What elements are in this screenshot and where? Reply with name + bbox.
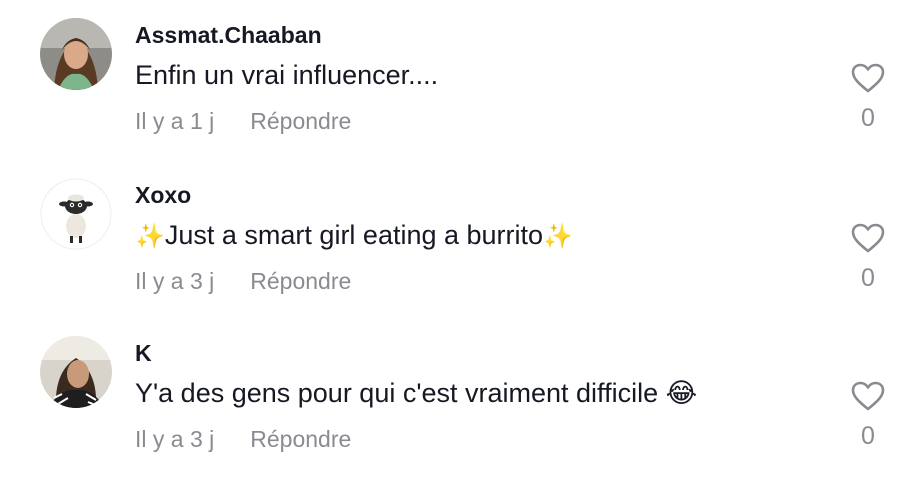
comment-meta: Il y a 3 j Répondre [135,268,351,295]
comment-text-body: Just a smart girl eating a burrito [164,220,544,250]
comment-timestamp: Il y a 3 j [135,426,215,452]
avatar[interactable] [40,178,112,250]
comment-timestamp: Il y a 1 j [135,108,215,134]
woman-selfie-avatar-icon [40,336,112,408]
reply-button[interactable]: Répondre [250,108,351,134]
comment-item: K Y'a des gens pour qui c'est vraiment d… [0,336,918,486]
sheep-cartoon-avatar-icon [40,178,112,250]
comment-text-body: Y'a des gens pour qui c'est vraiment dif… [135,378,659,408]
comment-meta: Il y a 1 j Répondre [135,108,351,135]
like-count: 0 [861,264,875,292]
reply-button[interactable]: Répondre [250,426,351,452]
comment-username[interactable]: Assmat.Chaaban [135,22,322,49]
comment-item: Xoxo ✨Just a smart girl eating a burrito… [0,178,918,328]
woman-portrait-avatar-icon [40,18,112,90]
avatar[interactable] [40,336,112,408]
heart-icon[interactable] [850,62,886,94]
like-control[interactable]: 0 [848,380,888,451]
like-count: 0 [861,104,875,132]
avatar[interactable] [40,18,112,90]
comment-timestamp: Il y a 3 j [135,268,215,294]
like-control[interactable]: 0 [848,222,888,293]
comment-text: Y'a des gens pour qui c'est vraiment dif… [135,378,697,409]
comment-username[interactable]: K [135,340,152,367]
comment-meta: Il y a 3 j Répondre [135,426,351,453]
heart-icon[interactable] [850,380,886,412]
laughing-emoji: 😂 [665,378,698,408]
heart-icon[interactable] [850,222,886,254]
sparkles-emoji: ✨ [543,223,573,250]
like-control[interactable]: 0 [848,62,888,133]
comment-text: Enfin un vrai influencer.... [135,60,439,90]
comment-item: Assmat.Chaaban Enfin un vrai influencer.… [0,18,918,168]
comment-username[interactable]: Xoxo [135,182,191,209]
sparkles-emoji: ✨ [135,223,165,250]
like-count: 0 [861,422,875,450]
reply-button[interactable]: Répondre [250,268,351,294]
comment-text: ✨Just a smart girl eating a burrito✨ [135,220,573,251]
